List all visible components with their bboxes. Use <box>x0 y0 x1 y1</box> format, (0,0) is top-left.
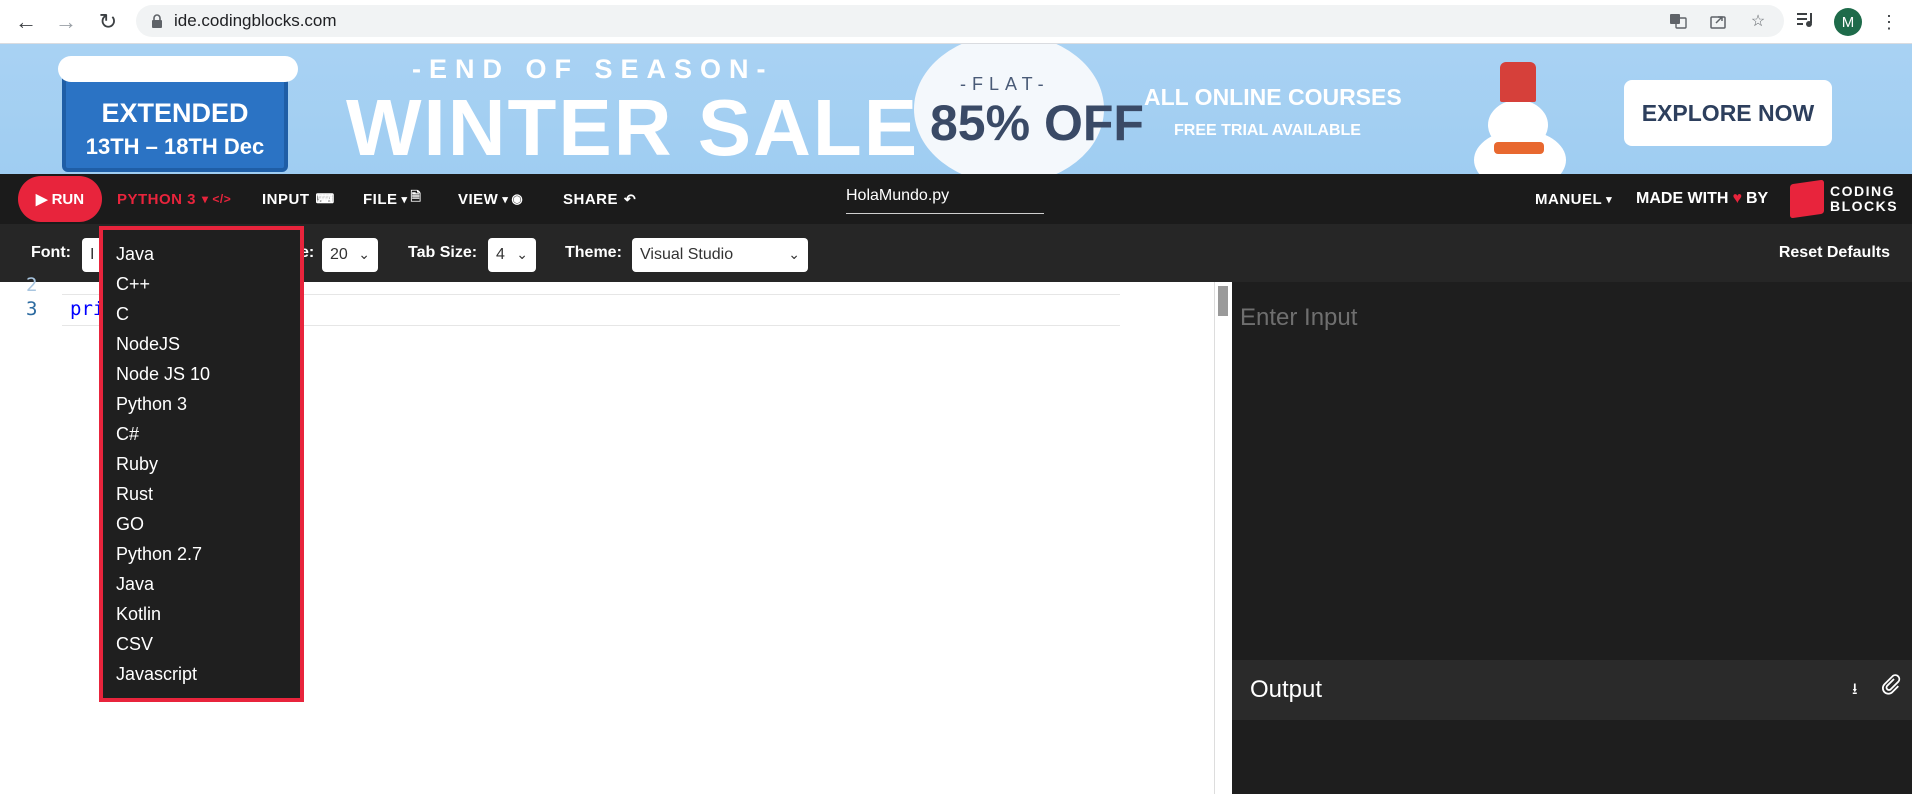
translate-icon[interactable] <box>1668 11 1688 31</box>
all-courses-text: ALL ONLINE COURSES <box>1144 84 1402 110</box>
language-option-csharp[interactable]: C# <box>116 424 139 445</box>
language-option-go[interactable]: GO <box>116 514 144 535</box>
language-option-ruby[interactable]: Ruby <box>116 454 158 475</box>
chevron-down-icon: ⌄ <box>516 246 528 262</box>
chevron-down-icon: ⌄ <box>358 246 370 262</box>
font-size-value: 20 <box>330 246 348 263</box>
heart-icon: ♥ <box>1732 190 1742 207</box>
font-select-value: I <box>90 246 95 263</box>
input-panel[interactable]: Enter Input <box>1232 282 1912 660</box>
language-menu[interactable]: PYTHON 3 ▾ </> <box>117 174 231 224</box>
language-dropdown: Java C++ C NodeJS Node JS 10 Python 3 C#… <box>99 226 304 702</box>
language-option-csv[interactable]: CSV <box>116 634 153 655</box>
share-reply-icon: ↶ <box>624 190 637 207</box>
theme-select[interactable]: Visual Studio ⌄ <box>632 238 808 272</box>
browser-toolbar: ← → ↻ ide.codingblocks.com ☆ M ⋮ <box>0 0 1912 44</box>
by-text: BY <box>1745 190 1769 207</box>
output-title: Output <box>1250 676 1323 703</box>
sale-banner[interactable]: EXTENDED 13TH – 18TH Dec -END OF SEASON-… <box>0 44 1912 174</box>
language-option-c[interactable]: C <box>116 304 129 325</box>
ide-navbar: ▶ RUN PYTHON 3 ▾ </> INPUT ⌨ FILE ▾ 🗎 VI… <box>0 174 1912 224</box>
language-option-kotlin[interactable]: Kotlin <box>116 604 161 625</box>
input-label: INPUT <box>262 190 310 208</box>
view-menu[interactable]: VIEW ▾ ◉ <box>458 174 523 224</box>
font-size-select[interactable]: 20 ⌄ <box>322 238 378 272</box>
tab-size-select[interactable]: 4 ⌄ <box>488 238 536 272</box>
discount-text: 85% OFF <box>930 95 1144 151</box>
share-label: SHARE <box>563 190 619 208</box>
share-page-icon[interactable] <box>1708 11 1728 31</box>
caret-down-icon: ▾ <box>401 193 408 206</box>
chevron-down-icon: ⌄ <box>788 246 800 262</box>
line-number: 3 <box>26 298 38 320</box>
user-menu[interactable]: MANUEL ▾ <box>1535 174 1612 224</box>
language-option-nodejs10[interactable]: Node JS 10 <box>116 364 210 385</box>
view-label: VIEW <box>458 190 499 208</box>
language-option-rust[interactable]: Rust <box>116 484 153 505</box>
user-name: MANUEL <box>1535 190 1603 208</box>
reset-defaults-button[interactable]: Reset Defaults <box>1779 224 1890 282</box>
caret-down-icon: ▾ <box>502 193 509 206</box>
language-option-python3[interactable]: Python 3 <box>116 394 187 415</box>
editor-scrollbar[interactable] <box>1214 282 1232 794</box>
output-header: Output ⭳ <box>1232 660 1912 720</box>
language-option-python27[interactable]: Python 2.7 <box>116 544 202 565</box>
profile-avatar[interactable]: M <box>1834 8 1862 36</box>
output-panel <box>1232 720 1912 794</box>
language-label: PYTHON 3 <box>117 190 197 208</box>
bookmark-star-icon[interactable]: ☆ <box>1748 11 1768 31</box>
extended-sign: EXTENDED 13TH – 18TH Dec <box>58 56 298 172</box>
scrollbar-thumb[interactable] <box>1218 286 1228 316</box>
free-trial-text: FREE TRIAL AVAILABLE <box>1174 122 1361 139</box>
caret-down-icon: ▾ <box>1606 193 1613 206</box>
paperclip-icon[interactable] <box>1880 674 1902 702</box>
winter-sale-title: WINTER SALE <box>346 83 920 172</box>
theme-label: Theme: <box>565 244 622 261</box>
kebab-menu-icon[interactable]: ⋮ <box>1880 12 1898 33</box>
cube-logo-icon <box>1790 179 1824 219</box>
brand-line-1: CODING <box>1830 183 1895 199</box>
language-option-java-2[interactable]: Java <box>116 574 154 595</box>
share-menu[interactable]: SHARE ↶ <box>563 174 636 224</box>
code-icon: ▾ </> <box>202 192 232 206</box>
download-icon[interactable]: ⭳ <box>1852 678 1858 705</box>
url-text[interactable]: ide.codingblocks.com <box>174 11 337 31</box>
extended-text: EXTENDED <box>101 98 249 128</box>
language-option-javascript[interactable]: Javascript <box>116 664 197 685</box>
made-with-credit: MADE WITH ♥ BY <box>1636 174 1768 224</box>
line-number: 2 <box>26 274 38 296</box>
explore-now-button[interactable]: EXPLORE NOW <box>1624 80 1832 146</box>
file-label: FILE <box>363 190 398 208</box>
language-option-java[interactable]: Java <box>116 244 154 265</box>
eye-icon: ◉ <box>511 191 524 206</box>
tab-size-label: Tab Size: <box>408 244 478 261</box>
extended-dates: 13TH – 18TH Dec <box>85 134 265 159</box>
media-control-icon[interactable] <box>1796 12 1816 33</box>
keyboard-icon: ⌨ <box>315 191 335 206</box>
language-option-cpp[interactable]: C++ <box>116 274 150 295</box>
file-icon: 🗎 <box>410 189 422 204</box>
flat-text: -FLAT- <box>960 74 1050 94</box>
reload-icon[interactable]: ↻ <box>88 2 128 42</box>
file-menu[interactable]: FILE ▾ 🗎 <box>363 174 421 224</box>
coding-blocks-logo[interactable]: CODING BLOCKS <box>1790 179 1899 219</box>
end-of-season-text: -END OF SEASON- <box>412 54 774 84</box>
theme-value: Visual Studio <box>640 246 734 263</box>
back-arrow-icon[interactable]: ← <box>6 2 46 42</box>
run-button[interactable]: ▶ RUN <box>18 176 102 222</box>
input-placeholder[interactable]: Enter Input <box>1240 304 1357 332</box>
made-with-text: MADE WITH <box>1636 190 1729 207</box>
language-option-nodejs[interactable]: NodeJS <box>116 334 180 355</box>
lock-icon[interactable] <box>150 13 164 29</box>
brand-line-2: BLOCKS <box>1830 198 1899 214</box>
filename-input[interactable]: HolaMundo.py <box>846 187 1044 214</box>
input-menu[interactable]: INPUT ⌨ <box>262 174 335 224</box>
tab-size-value: 4 <box>496 246 505 263</box>
forward-arrow-icon[interactable]: → <box>46 2 86 42</box>
address-bar[interactable]: ide.codingblocks.com ☆ <box>136 5 1784 37</box>
